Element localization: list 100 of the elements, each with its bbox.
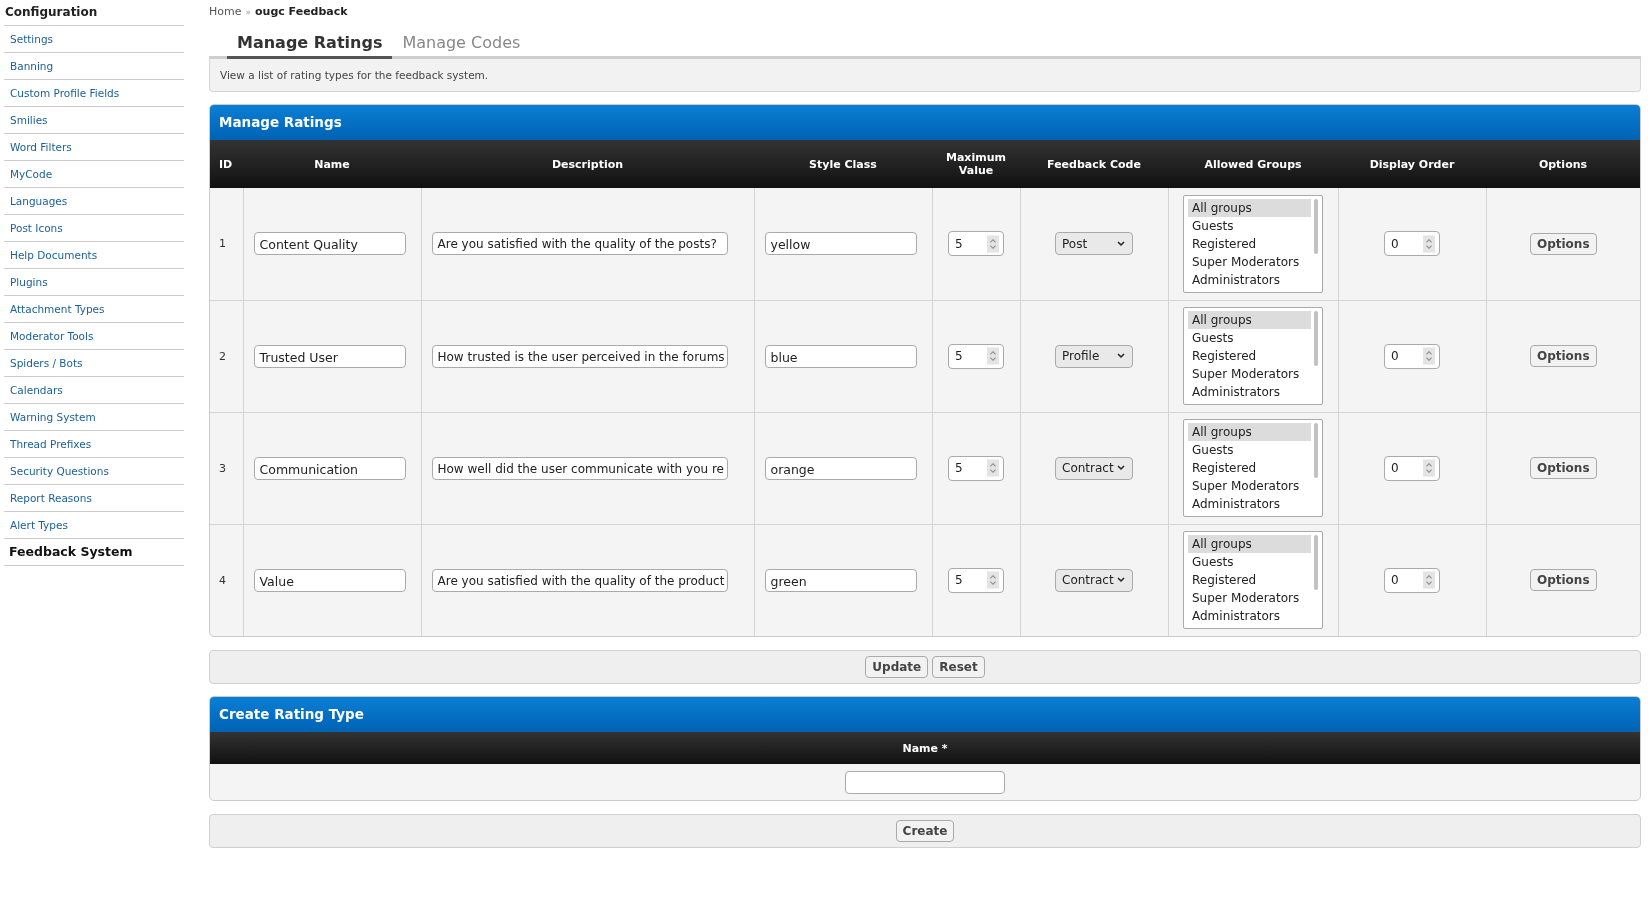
- sidebar-link[interactable]: Attachment Types: [4, 296, 184, 323]
- input-field[interactable]: Content Quality: [253, 232, 406, 256]
- table-cell: 2: [219, 349, 226, 363]
- number-field[interactable]: 5: [948, 567, 1004, 593]
- form-button[interactable]: Update: [865, 656, 929, 678]
- sidebar-link[interactable]: Moderator Tools: [4, 323, 184, 350]
- chevron-down-icon: [1116, 239, 1126, 248]
- sidebar-link[interactable]: MyCode: [4, 161, 184, 188]
- list-option[interactable]: Administrators: [1188, 383, 1311, 401]
- sidebar-link[interactable]: Banning: [4, 53, 184, 80]
- number-field[interactable]: 0: [1384, 455, 1440, 481]
- input-field[interactable]: green: [764, 568, 917, 592]
- list-option[interactable]: All groups: [1188, 423, 1311, 441]
- spinner-arrows-icon[interactable]: [1423, 459, 1435, 477]
- tab[interactable]: Manage Codes: [392, 30, 531, 59]
- input-field[interactable]: yellow: [764, 232, 917, 256]
- number-field[interactable]: 5: [948, 231, 1004, 257]
- scrollbar[interactable]: [1314, 535, 1318, 591]
- sidebar-link[interactable]: Help Documents: [4, 242, 184, 269]
- list-option[interactable]: Super Moderators: [1188, 589, 1311, 608]
- options-button[interactable]: Options: [1529, 457, 1597, 479]
- list-option[interactable]: Registered: [1188, 347, 1311, 365]
- spinner-arrows-icon[interactable]: [1423, 234, 1435, 253]
- options-button[interactable]: Options: [1529, 345, 1597, 367]
- list-option[interactable]: All groups: [1188, 311, 1311, 329]
- list-option[interactable]: Registered: [1188, 571, 1311, 590]
- dropdown[interactable]: Post: [1055, 232, 1133, 256]
- list-option[interactable]: Guests: [1188, 216, 1311, 235]
- column-header: Name *: [901, 741, 949, 755]
- scrollbar[interactable]: [1314, 423, 1318, 478]
- spinner-arrows-icon[interactable]: [987, 571, 999, 590]
- list-option[interactable]: All groups: [1188, 535, 1311, 554]
- number-field[interactable]: 0: [1384, 343, 1440, 369]
- sidebar-link[interactable]: Security Questions: [4, 458, 184, 485]
- sidebar-link[interactable]: Alert Types: [4, 512, 184, 539]
- sidebar-link[interactable]: Custom Profile Fields: [4, 80, 184, 107]
- scrollbar[interactable]: [1314, 198, 1318, 254]
- sidebar-link[interactable]: Plugins: [4, 269, 184, 296]
- list-option[interactable]: Guests: [1188, 553, 1311, 572]
- list-option[interactable]: Registered: [1188, 234, 1311, 253]
- form-button[interactable]: Create: [895, 820, 955, 842]
- input-field[interactable]: orange: [764, 456, 917, 480]
- options-button[interactable]: Options: [1529, 232, 1597, 255]
- list-option[interactable]: Administrators: [1188, 270, 1311, 289]
- number-field[interactable]: 0: [1384, 231, 1440, 257]
- list-option[interactable]: Super Moderators: [1188, 252, 1311, 271]
- sidebar-link[interactable]: Feedback System: [4, 539, 184, 566]
- column-header: Name: [243, 140, 421, 188]
- number-field[interactable]: 5: [948, 343, 1004, 369]
- list-option[interactable]: Registered: [1188, 459, 1311, 477]
- sidebar-link[interactable]: Spiders / Bots: [4, 350, 184, 377]
- sidebar-link[interactable]: Smilies: [4, 107, 184, 134]
- sidebar-link[interactable]: Settings: [4, 26, 184, 53]
- list-option[interactable]: Administrators: [1188, 495, 1311, 513]
- sidebar-link[interactable]: Warning System: [4, 404, 184, 431]
- dropdown[interactable]: Contract: [1055, 568, 1133, 592]
- scrollbar[interactable]: [1314, 311, 1318, 366]
- sidebar-link[interactable]: Post Icons: [4, 215, 184, 242]
- spinner-arrows-icon[interactable]: [1423, 571, 1435, 590]
- breadcrumb-separator: »: [245, 7, 251, 17]
- sidebar-link[interactable]: Calendars: [4, 377, 184, 404]
- sidebar-link[interactable]: Word Filters: [4, 134, 184, 161]
- list-option[interactable]: All groups: [1188, 198, 1311, 217]
- options-button[interactable]: Options: [1529, 569, 1597, 592]
- input-field[interactable]: Are you satisfied with the quality of the product: [431, 568, 728, 592]
- input-field[interactable]: Value: [253, 568, 406, 592]
- spinner-arrows-icon[interactable]: [1423, 347, 1435, 365]
- spinner-arrows-icon[interactable]: [987, 234, 999, 253]
- list-box[interactable]: All groups Guests Registered Super Moderators Administrators: [1183, 419, 1323, 517]
- dropdown[interactable]: Profile: [1055, 344, 1133, 368]
- input-field[interactable]: How trusted is the user perceived in the forums: [431, 344, 728, 368]
- sidebar-link[interactable]: Report Reasons: [4, 485, 184, 512]
- breadcrumb-current: ougc Feedback: [255, 5, 348, 18]
- input-field[interactable]: Are you satisfied with the quality of the posts?: [431, 232, 728, 256]
- list-option[interactable]: Super Moderators: [1188, 365, 1311, 383]
- list-option[interactable]: Guests: [1188, 329, 1311, 347]
- list-box[interactable]: All groups Guests Registered Super Moderators Administrators: [1183, 194, 1323, 293]
- chevron-down-icon: [1116, 352, 1126, 360]
- spinner-arrows-icon[interactable]: [987, 347, 999, 365]
- column-header: Description: [421, 140, 754, 188]
- list-option[interactable]: Administrators: [1188, 607, 1311, 626]
- input-field[interactable]: blue: [764, 344, 917, 368]
- list-option[interactable]: Super Moderators: [1188, 477, 1311, 495]
- form-button[interactable]: Reset: [932, 656, 985, 678]
- input-field[interactable]: Communication: [253, 456, 406, 480]
- panel-title: Manage Ratings: [210, 105, 1640, 140]
- spinner-arrows-icon[interactable]: [987, 459, 999, 477]
- input-field[interactable]: [845, 771, 1005, 794]
- column-header: ID: [210, 140, 243, 188]
- dropdown[interactable]: Contract: [1055, 456, 1133, 480]
- number-field[interactable]: 5: [948, 455, 1004, 481]
- breadcrumb-link[interactable]: Home: [209, 5, 242, 18]
- number-field[interactable]: 0: [1384, 567, 1440, 593]
- sidebar-link[interactable]: Languages: [4, 188, 184, 215]
- sidebar-link[interactable]: Thread Prefixes: [4, 431, 184, 458]
- input-field[interactable]: How well did the user communicate with you re: [431, 456, 728, 480]
- list-option[interactable]: Guests: [1188, 441, 1311, 459]
- list-box[interactable]: All groups Guests Registered Super Moderators Administrators: [1183, 307, 1323, 405]
- list-box[interactable]: All groups Guests Registered Super Moderators Administrators: [1183, 531, 1323, 630]
- input-field[interactable]: Trusted User: [253, 344, 406, 368]
